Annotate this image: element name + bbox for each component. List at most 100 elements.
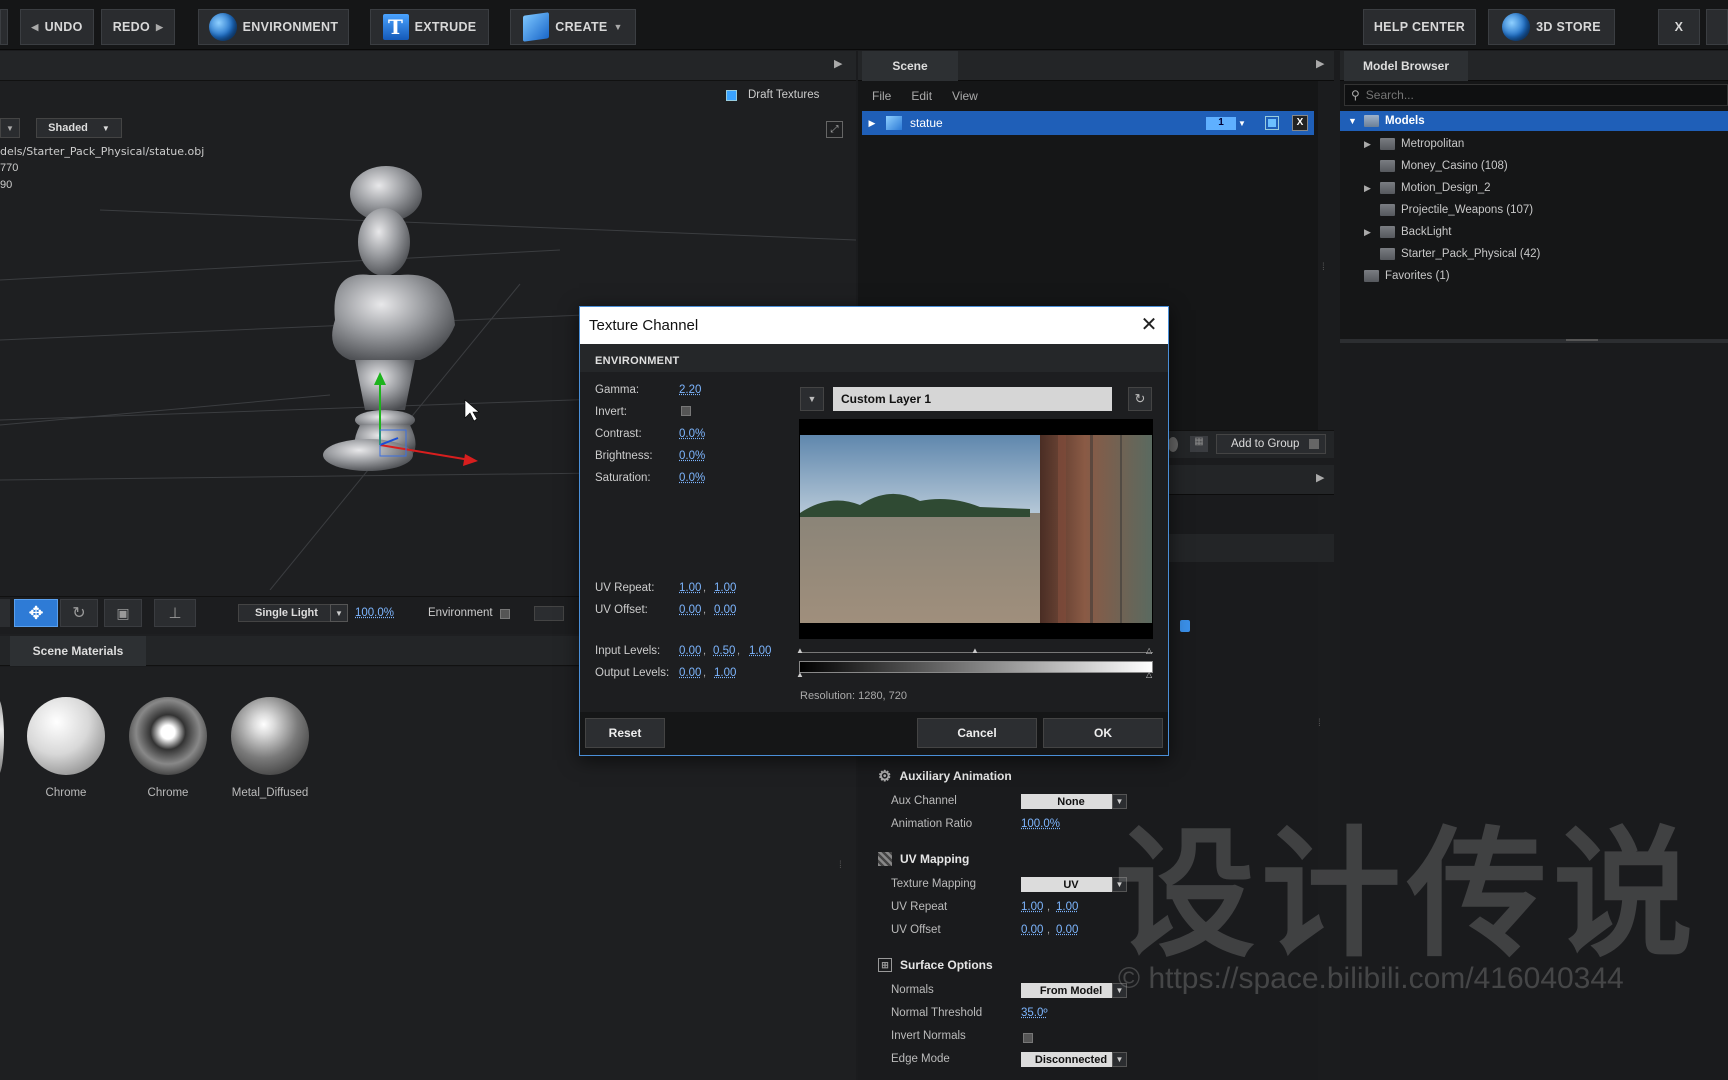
menu-edit[interactable]: Edit [911,89,932,103]
delete-object-icon[interactable]: X [1292,115,1308,131]
output-level-max[interactable]: 1.00 [714,667,736,679]
output-levels-gradient[interactable] [799,661,1153,673]
layer-dropdown-arrow[interactable]: ▼ [800,387,824,411]
uv-offset-v[interactable]: 0.00 [1056,924,1078,936]
uv-offset-u[interactable]: 0.00 [1021,924,1043,936]
material-swatch-0[interactable] [27,697,105,775]
search-field[interactable]: ⚲ [1344,84,1728,106]
scale-tool-icon[interactable]: ▣ [104,599,142,627]
tree-item-0[interactable]: ▶ Metropolitan [1364,134,1464,154]
uv-repeat-u[interactable]: 1.00 [1021,901,1043,913]
dialog-uv-offset-u[interactable]: 0.00 [679,604,701,616]
collapse-icon[interactable]: ▼ [1348,116,1358,126]
3d-store-button[interactable]: 3D STORE [1488,9,1615,45]
toolbar-edge-button[interactable] [0,9,8,45]
properties-resize-grip[interactable]: ⁞ [1318,718,1321,729]
tab-scene-materials[interactable]: Scene Materials [10,636,146,666]
invert-normals-checkbox[interactable] [1023,1033,1033,1043]
group-tool-icon[interactable]: ▦ [1190,436,1208,452]
group-option-icon[interactable] [1168,437,1178,452]
cancel-button[interactable]: Cancel [917,718,1037,748]
section-surface-options[interactable]: ⊞ Surface Options [878,953,993,977]
tree-item-models[interactable]: ▼ Models [1340,111,1728,131]
tree-item-2[interactable]: ▶ Motion_Design_2 [1364,178,1491,198]
edge-mode-dropdown[interactable]: Disconnected [1021,1052,1121,1067]
tab-scene[interactable]: Scene [862,51,958,81]
redo-button[interactable]: REDO ▶ [101,9,175,45]
expand-icon[interactable]: ▶ [862,118,882,129]
statue-model[interactable] [323,166,455,471]
undo-button[interactable]: ◀ UNDO [20,9,94,45]
scene-row-statue[interactable]: ▶ statue 1 ▼ X [862,111,1314,135]
rotate-tool-icon[interactable]: ↻ [60,599,98,627]
chevron-down-icon[interactable]: ▼ [1112,1052,1127,1067]
input-level-white[interactable]: 1.00 [749,645,771,657]
tree-item-4[interactable]: ▶ BackLight [1364,222,1452,242]
tree-item-5[interactable]: Starter_Pack_Physical (42) [1364,244,1540,264]
material-swatch-2[interactable] [231,697,309,775]
collapse-right-icon[interactable]: ▶ [834,57,842,70]
input-level-black[interactable]: 0.00 [679,645,701,657]
input-white-handle[interactable]: △ [1146,646,1152,655]
output-max-handle[interactable]: △ [1146,670,1152,679]
reset-button[interactable]: Reset [585,718,665,748]
environment-color-swatch[interactable] [534,606,564,621]
texture-mapping-dropdown[interactable]: UV [1021,877,1121,892]
expand-icon[interactable]: ▶ [1364,139,1374,150]
maximize-icon[interactable]: ⤢ [826,121,843,138]
shading-mode-dropdown[interactable]: Shaded ▼ [36,118,122,138]
layer-name-field[interactable]: Custom Layer 1 [833,387,1112,411]
tree-item-1[interactable]: Money_Casino (108) [1364,156,1508,176]
resize-grip-icon[interactable]: ⁞ [839,860,842,871]
section-auxiliary-animation[interactable]: ⚙ Auxiliary Animation [878,764,1012,788]
create-button[interactable]: CREATE ▼ [510,9,636,45]
dialog-uv-repeat-v[interactable]: 1.00 [714,582,736,594]
draft-textures-checkbox[interactable] [726,90,737,101]
dialog-uv-offset-v[interactable]: 0.00 [714,604,736,616]
menu-file[interactable]: File [872,89,891,103]
invert-checkbox[interactable] [681,406,691,416]
output-min-handle[interactable]: ▲ [796,670,804,679]
visibility-toggle[interactable] [1265,116,1279,130]
light-percent-value[interactable]: 100.0% [355,607,394,619]
material-swatch-1[interactable] [129,697,207,775]
refresh-icon[interactable]: ↻ [1128,387,1152,411]
uv-repeat-v[interactable]: 1.00 [1056,901,1078,913]
scene-resize-grip[interactable]: ⁞ [1322,262,1325,273]
normal-threshold-value[interactable]: 35.0º [1021,1007,1048,1019]
scene-collapse-icon[interactable]: ▶ [1316,57,1324,70]
contrast-value[interactable]: 0.0% [679,428,705,440]
animation-ratio-value[interactable]: 100.0% [1021,818,1060,830]
input-mid-handle[interactable]: ▲ [971,646,979,655]
expand-icon[interactable]: ▶ [1364,183,1374,194]
properties-collapse-icon[interactable]: ▶ [1316,471,1324,484]
tab-model-browser[interactable]: Model Browser [1344,51,1468,81]
section-uv-mapping[interactable]: UV Mapping [878,847,969,871]
aux-channel-dropdown[interactable]: None [1021,794,1121,809]
view-dropdown-arrow[interactable]: ▼ [0,118,20,138]
gamma-value[interactable]: 2.20 [679,384,701,396]
tree-item-favorites[interactable]: Favorites (1) [1364,266,1450,286]
normals-dropdown[interactable]: From Model [1021,983,1121,998]
ok-button[interactable]: OK [1043,718,1163,748]
add-to-group-button[interactable]: Add to Group [1216,434,1326,454]
expand-icon[interactable]: ▶ [1364,227,1374,238]
pivot-tool-icon[interactable]: ⊥ [154,599,196,627]
environment-button[interactable]: ENVIRONMENT [198,9,349,45]
environment-checkbox[interactable] [500,609,510,619]
output-level-min[interactable]: 0.00 [679,667,701,679]
input-level-mid[interactable]: 0.50 [713,645,735,657]
layer-number-badge[interactable]: 1 [1206,116,1236,130]
search-input[interactable] [1365,88,1666,102]
chevron-down-icon[interactable]: ▼ [1238,119,1252,128]
chevron-down-icon[interactable]: ▼ [330,604,348,622]
close-icon[interactable]: ✕ [1138,314,1160,336]
input-black-handle[interactable]: ▲ [796,646,804,655]
extrude-button[interactable]: T EXTRUDE [370,9,489,45]
close-app-button[interactable]: X [1658,9,1700,45]
menu-view[interactable]: View [952,89,978,103]
brightness-value[interactable]: 0.0% [679,450,705,462]
tree-item-3[interactable]: Projectile_Weapons (107) [1364,200,1533,220]
dialog-uv-repeat-u[interactable]: 1.00 [679,582,701,594]
saturation-value[interactable]: 0.0% [679,472,705,484]
